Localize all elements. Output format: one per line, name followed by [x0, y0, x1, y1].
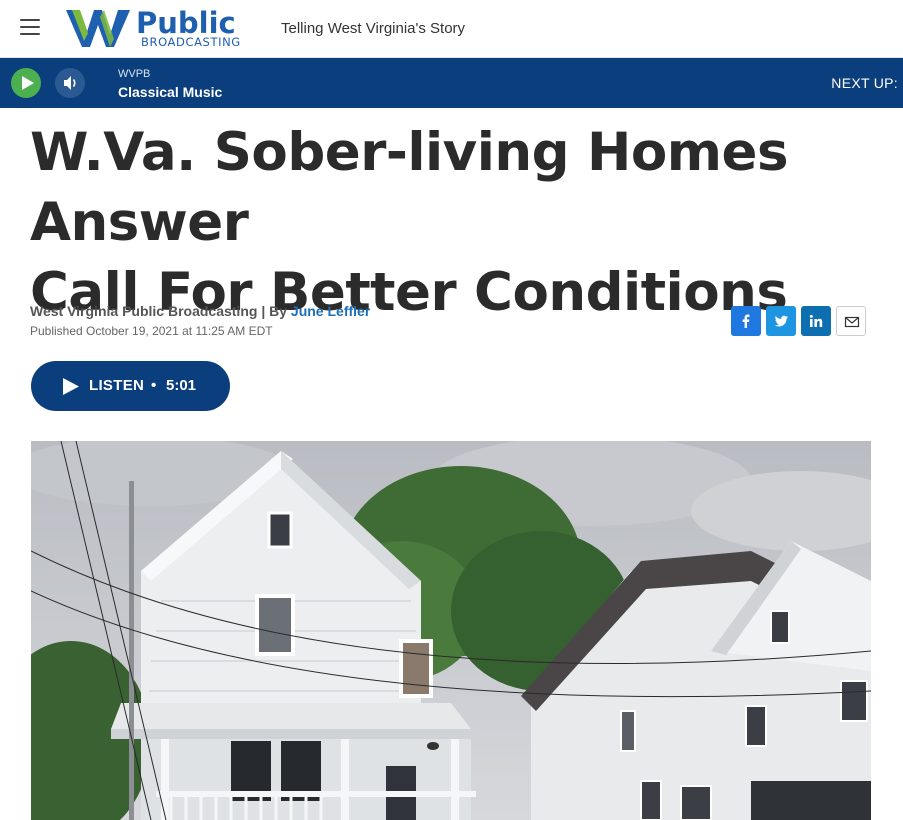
facebook-icon — [742, 314, 750, 328]
listen-duration: 5:01 — [166, 377, 197, 394]
volume-icon — [64, 76, 76, 90]
site-header: Public BROADCASTING Telling West Virgini… — [0, 0, 903, 58]
station-name: WVPB — [118, 68, 151, 80]
byline-org: West Virginia Public Broadcasting | By — [30, 303, 291, 319]
volume-button[interactable] — [55, 68, 85, 98]
share-facebook-button[interactable] — [731, 306, 761, 336]
headline-line-1: W.Va. Sober-living Homes Answer — [30, 122, 789, 253]
published-date: Published October 19, 2021 at 11:25 AM E… — [30, 324, 273, 338]
play-button[interactable] — [11, 68, 41, 98]
next-up-label[interactable]: NEXT UP: — [831, 75, 898, 91]
hamburger-menu-icon[interactable] — [20, 19, 40, 37]
article-lead-image — [31, 441, 871, 820]
site-tagline: Telling West Virginia's Story — [281, 20, 466, 37]
audio-player-bar: WVPB Classical Music NEXT UP: — [0, 58, 903, 108]
email-icon — [844, 316, 860, 328]
program-title[interactable]: Classical Music — [118, 84, 222, 100]
logo-subword: BROADCASTING — [141, 35, 241, 49]
play-icon — [63, 378, 79, 395]
share-linkedin-button[interactable] — [801, 306, 831, 336]
article-headline: W.Va. Sober-living Homes Answer Call For… — [30, 118, 880, 328]
linkedin-icon — [809, 314, 823, 327]
listen-button[interactable]: LISTEN • 5:01 — [31, 361, 230, 411]
byline: West Virginia Public Broadcasting | By J… — [30, 303, 370, 319]
author-link[interactable]: June Leffler — [291, 303, 370, 319]
wvpb-logo[interactable]: Public BROADCASTING — [64, 6, 256, 49]
twitter-icon — [774, 315, 788, 327]
play-icon — [22, 76, 34, 90]
listen-label: LISTEN — [89, 377, 145, 394]
share-email-button[interactable] — [836, 306, 866, 336]
listen-separator: • — [151, 377, 157, 394]
share-twitter-button[interactable] — [766, 306, 796, 336]
